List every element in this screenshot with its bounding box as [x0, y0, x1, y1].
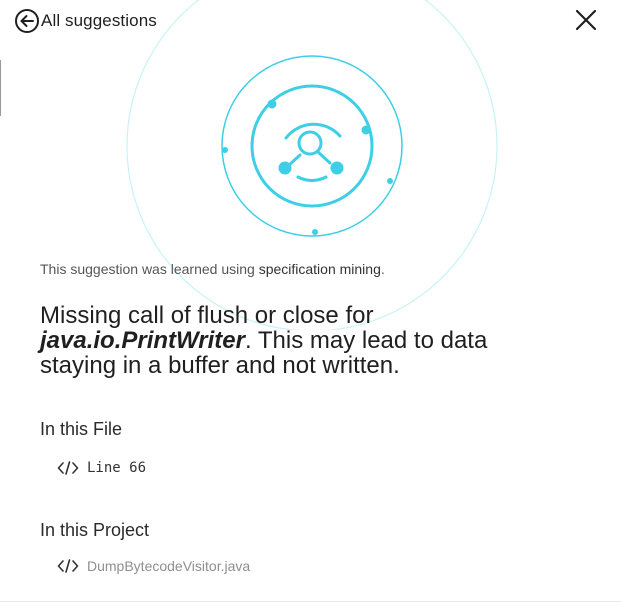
circle-arrow-left-icon — [15, 9, 39, 33]
code-icon — [57, 559, 79, 573]
file-occurrence-link[interactable]: Line 66 — [57, 460, 146, 476]
outer-ring — [126, 0, 498, 330]
project-occurrence-link[interactable]: DumpBytecodeVisitor.java — [57, 558, 250, 574]
in-this-file-heading: In this File — [40, 419, 123, 439]
message-line-1: Missing call of flush or close for — [40, 302, 374, 329]
learned-method-note: This suggestion was learned using specif… — [40, 261, 385, 277]
inner-ring — [250, 84, 374, 208]
line-reference: Line 66 — [87, 460, 147, 476]
message-line-2: java.io.PrintWriter. This may lead to da… — [40, 328, 580, 353]
magnifier-network-icon — [278, 122, 344, 182]
orbit-dot — [387, 178, 393, 184]
close-icon — [575, 9, 597, 31]
orbit-dot — [267, 99, 277, 109]
panel-left-border — [0, 60, 1, 116]
orbit-dot — [312, 229, 318, 235]
back-to-all-suggestions-button[interactable]: All suggestions — [14, 8, 157, 34]
message-line-3: staying in a buffer and not written. — [40, 352, 400, 379]
learned-note-prefix: This suggestion was learned using — [40, 261, 259, 277]
message-after-class: . This may lead to data — [244, 327, 488, 354]
suggestion-message: Missing call of flush or close for java.… — [40, 303, 580, 378]
class-name: java.io.PrintWriter — [40, 327, 245, 354]
specification-mining-illustration — [126, 0, 498, 330]
learned-note-suffix: . — [380, 261, 385, 277]
panel-bottom-border — [0, 601, 621, 602]
middle-ring — [221, 55, 403, 237]
orbit-dot — [361, 125, 371, 135]
in-this-project-heading: In this Project — [40, 520, 150, 540]
suggestion-detail-panel: All suggestions This suggestion was lear… — [0, 0, 621, 603]
back-label: All suggestions — [41, 11, 157, 30]
learning-method: specification mining — [258, 261, 381, 277]
file-reference: DumpBytecodeVisitor.java — [87, 558, 251, 574]
code-icon — [57, 461, 79, 475]
close-button[interactable] — [572, 6, 600, 34]
orbit-dot — [222, 147, 228, 153]
